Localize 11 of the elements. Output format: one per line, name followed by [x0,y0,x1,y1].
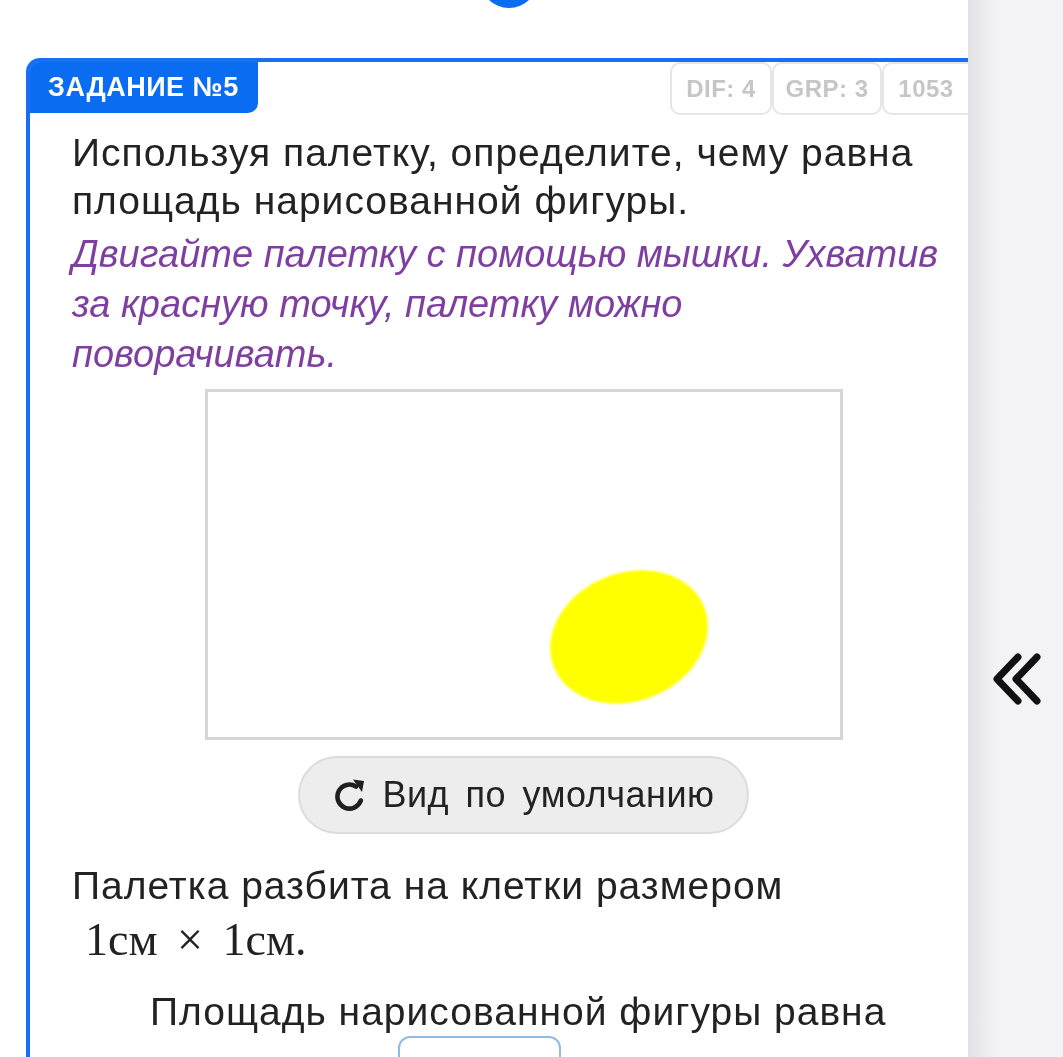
double-chevron-left-icon[interactable] [990,652,1043,706]
drawing-canvas[interactable] [205,389,843,740]
reset-view-button[interactable]: Вид по умолчанию [298,756,749,834]
meta-tag: DIF: 4 [670,62,772,115]
task-number-label: ЗАДАНИЕ №5 [30,62,258,113]
answer-prompt-text: Площадь нарисованной фигуры равна [150,990,887,1034]
meta-tag: GRP: 3 [772,62,882,115]
formula-text: 1см × 1см. [85,913,307,967]
grid-note-text: Палетка разбита на клетки размером [72,864,784,908]
refresh-icon [332,778,367,812]
question-text: Используя палетку, определите, чему равна площадь нарисованной фигуры. [72,130,915,224]
